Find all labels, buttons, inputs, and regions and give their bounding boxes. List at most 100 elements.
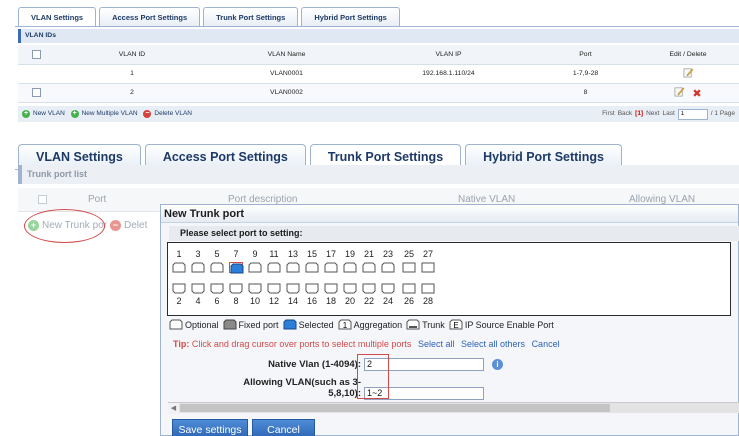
port-20[interactable] [343, 283, 357, 294]
back-page-link[interactable]: Back [618, 106, 632, 122]
plus-icon: + [22, 110, 30, 118]
ip-source-port-icon: E [449, 319, 463, 330]
scroll-thumb[interactable] [180, 404, 610, 412]
tab-vlan-settings[interactable]: VLAN Settings [18, 7, 97, 27]
port-21[interactable] [362, 262, 376, 273]
tab-hybrid-port-settings[interactable]: Hybrid Port Settings [301, 7, 400, 27]
row-checkbox-cell [18, 83, 54, 103]
port-number-label: 4 [195, 296, 201, 306]
trunk-port-icon [406, 319, 420, 330]
port-18[interactable] [324, 283, 338, 294]
vlan-name-cell: VLAN0002 [210, 83, 363, 103]
port-number-label: 16 [306, 296, 317, 306]
new-multiple-vlan-button[interactable]: + New Multiple VLAN [70, 106, 138, 122]
port-12[interactable] [267, 283, 281, 294]
tip-line: Tip: Click and drag cursor over ports to… [173, 339, 560, 349]
port-27[interactable] [421, 262, 435, 273]
port-8[interactable] [229, 283, 243, 294]
port-10[interactable] [248, 283, 262, 294]
info-icon[interactable]: i [492, 359, 503, 370]
vlan-ip-cell [363, 83, 534, 103]
select-all-cell [18, 45, 54, 65]
port-3[interactable] [191, 262, 205, 273]
delete-vlan-button[interactable]: − Delete VLAN [143, 106, 192, 122]
port-number-label: 3 [195, 249, 201, 259]
vlan-name-cell: VLAN0001 [210, 64, 363, 84]
port-15[interactable] [305, 262, 319, 273]
scroll-left-arrow[interactable]: ◀ [168, 403, 179, 414]
port-25[interactable] [402, 262, 416, 273]
port-11[interactable] [267, 262, 281, 273]
column-header: Edit / Delete [637, 45, 739, 65]
port-13[interactable] [286, 262, 300, 273]
port-14[interactable] [286, 283, 300, 294]
legend-ip-source: E IP Source Enable Port [449, 319, 554, 330]
port-number-label: 25 [403, 249, 414, 259]
cancel-button[interactable]: Cancel [252, 419, 315, 436]
row-checkbox[interactable] [31, 88, 41, 97]
port-4[interactable] [191, 283, 205, 294]
page-input[interactable] [677, 108, 708, 120]
save-settings-button[interactable]: Save settings [172, 419, 248, 436]
port-17[interactable] [324, 262, 338, 273]
svg-text:E: E [453, 321, 458, 330]
select-all-link[interactable]: Select all [418, 339, 455, 349]
edit-icon[interactable] [683, 67, 694, 78]
vlan-toolbar: + New VLAN + New Multiple VLAN − Delete VLA… [18, 106, 739, 122]
page-total: / 1 Page [710, 110, 735, 117]
port-number-label: 17 [325, 249, 336, 259]
first-page-link[interactable]: First [602, 106, 615, 122]
aggregation-port-icon: 1 [338, 319, 352, 330]
port-number-label: 9 [252, 249, 258, 259]
column-header: VLAN Name [210, 45, 363, 65]
vlan-id-cell: 1 [54, 64, 210, 84]
port-number-label: 15 [306, 249, 317, 259]
last-page-link[interactable]: Last [662, 106, 674, 122]
edit-icon[interactable] [674, 86, 685, 97]
legend-fixed: Fixed port [223, 319, 279, 330]
port-number-label: 7 [233, 249, 239, 259]
horizontal-scrollbar[interactable]: ◀ [168, 402, 739, 414]
cancel-selection-link[interactable]: Cancel [532, 339, 560, 349]
tab-bar: VLAN Settings Access Port Settings Trunk… [18, 7, 400, 27]
delete-icon[interactable]: ✖ [692, 87, 701, 100]
select-all-checkbox[interactable] [31, 49, 41, 59]
tip-label: Tip: [173, 339, 190, 349]
port-19[interactable] [343, 262, 357, 273]
optional-port-icon [169, 319, 183, 330]
port-6[interactable] [210, 283, 224, 294]
port-selector: 1 3 5 7 9 11 13 15 17 19 21 23 25 27 2 4 6 8 10 12 14 16 18 20 2… [167, 242, 731, 316]
port-number-label: 24 [382, 296, 393, 306]
delete-trunk-port-button[interactable]: − Delet [110, 220, 147, 231]
section-title: Trunk port list [18, 165, 739, 184]
port-26[interactable] [402, 283, 416, 294]
port-7[interactable] [229, 262, 244, 274]
port-28[interactable] [421, 283, 435, 294]
vlan-id-cell: 2 [54, 83, 210, 103]
selected-port-icon [283, 319, 297, 330]
port-cell: 1-7,9-28 [534, 64, 637, 84]
next-page-link[interactable]: Next [646, 106, 659, 122]
select-all-others-link[interactable]: Select all others [461, 339, 525, 349]
tab-access-port-settings[interactable]: Access Port Settings [99, 7, 201, 27]
port-9[interactable] [248, 262, 262, 273]
port-24[interactable] [381, 283, 395, 294]
port-5[interactable] [210, 262, 224, 273]
select-all-checkbox[interactable] [38, 195, 47, 204]
new-vlan-button[interactable]: + New VLAN [22, 106, 65, 122]
port-22[interactable] [362, 283, 376, 294]
tip-text: Click and drag cursor over ports to sele… [189, 339, 412, 349]
port-23[interactable] [381, 262, 395, 273]
vlan-table: VLAN ID VLAN Name VLAN IP Port Edit / De… [18, 45, 739, 103]
port-16[interactable] [305, 283, 319, 294]
port-1[interactable] [172, 262, 186, 273]
row-checkbox-cell [18, 64, 54, 84]
port-number-label: 14 [287, 296, 298, 306]
column-header: Port [88, 194, 107, 205]
minus-icon: − [110, 220, 121, 231]
tab-trunk-port-settings[interactable]: Trunk Port Settings [203, 7, 299, 27]
native-vlan-label: Native Vlan (1-4094): [268, 359, 361, 370]
port-2[interactable] [172, 283, 186, 294]
port-number-label: 8 [233, 296, 239, 306]
new-trunk-port-dialog: New Trunk port Please select port to set… [160, 204, 739, 436]
